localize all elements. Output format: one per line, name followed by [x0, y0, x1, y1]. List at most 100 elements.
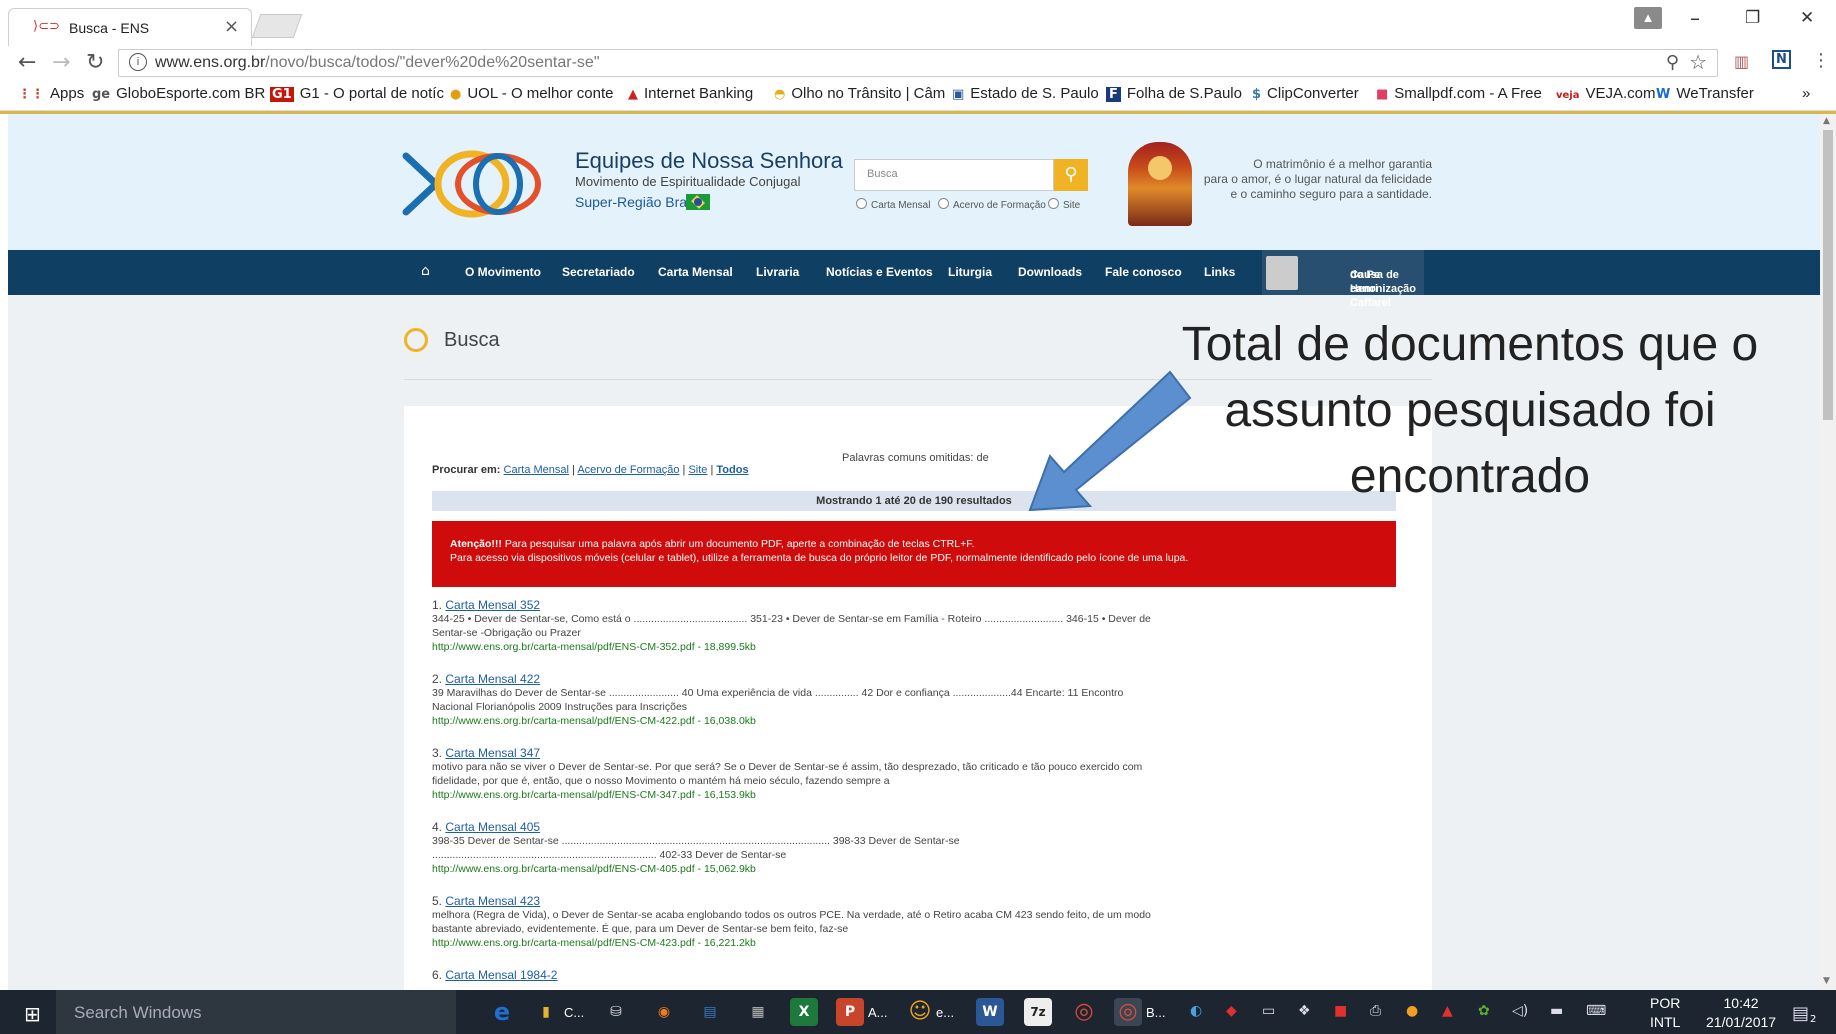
scope-site[interactable]: Site [688, 464, 707, 476]
tray-green-icon[interactable]: ✿ [1478, 1003, 1490, 1019]
search-icon[interactable]: ⚲ [1054, 159, 1088, 191]
ens-logo[interactable] [402, 144, 550, 224]
excel-icon[interactable]: X [790, 998, 818, 1026]
keyboard-icon[interactable]: ⌨ [1586, 1003, 1606, 1019]
chrome-icon[interactable]: ◎ [1070, 998, 1098, 1026]
window-close-icon[interactable]: ✕ [1800, 8, 1814, 28]
site-region[interactable]: Super-Região Brasil [575, 194, 700, 210]
nav-downloads[interactable]: Downloads [1018, 265, 1082, 279]
header-quote: O matrimônio é a melhor garantia para o … [1203, 157, 1432, 201]
taskbar-search[interactable]: Search Windows [56, 990, 456, 1034]
battery-icon[interactable]: ▬ [1550, 1003, 1563, 1019]
nav-fale-conosco[interactable]: Fale conosco [1105, 265, 1182, 279]
back-arrow-icon[interactable]: ← [18, 50, 36, 75]
nav-links[interactable]: Links [1204, 265, 1235, 279]
app-icon[interactable]: ▤ [696, 998, 724, 1026]
restore-icon[interactable]: ❐ [1745, 8, 1760, 28]
notifications-icon[interactable]: ▤ [1792, 1003, 1809, 1024]
scroll-down-icon[interactable]: ▼ [1823, 976, 1830, 986]
antivirus-icon[interactable]: ◆ [1226, 1003, 1237, 1019]
new-tab-button[interactable] [251, 14, 303, 38]
result-url[interactable]: http://www.ens.org.br/carta-mensal/pdf/E… [432, 862, 1152, 876]
dropbox-icon[interactable]: ❖ [1298, 1003, 1311, 1019]
bookmark-folha[interactable]: F Folha de S.Paulo [1106, 85, 1242, 102]
bookmark-g1[interactable]: G1 G1 - O portal de notíc [270, 85, 444, 102]
tray-red-icon[interactable]: ■ [1334, 1003, 1347, 1019]
bookmark-olho-no-transito[interactable]: ◓ Olho no Trânsito | Câm [774, 85, 945, 102]
bookmark-uol[interactable]: ● UOL - O melhor conte [450, 85, 614, 102]
nav-carta-mensal[interactable]: Carta Mensal [658, 265, 733, 279]
onenote-extension-icon[interactable]: N [1772, 50, 1791, 69]
bookmark-veja[interactable]: veja VEJA.com [1556, 85, 1656, 102]
profile-icon[interactable]: ▲ [1634, 7, 1662, 29]
bookmarks-overflow-icon[interactable]: » [1802, 85, 1810, 102]
bookmark-globoesporte[interactable]: ge GloboEsporte.com BR [92, 85, 265, 102]
radio-carta-mensal[interactable]: Carta Mensal [856, 198, 930, 211]
zoom-icon[interactable]: ⚲ [1666, 52, 1679, 73]
result-url[interactable]: http://www.ens.org.br/carta-mensal/pdf/E… [432, 936, 1152, 950]
scope-acervo[interactable]: Acervo de Formação [577, 464, 679, 476]
tab-close-icon[interactable]: × [224, 16, 239, 37]
reload-icon[interactable]: ↻ [86, 50, 104, 75]
firefox-icon[interactable]: ◉ [650, 998, 678, 1026]
url-text[interactable]: www.ens.org.br/novo/busca/todos/"dever%2… [155, 54, 600, 72]
powerpoint-icon[interactable]: P [836, 998, 864, 1026]
result-url[interactable]: http://www.ens.org.br/carta-mensal/pdf/E… [432, 640, 1152, 654]
minimize-icon[interactable]: – [1690, 6, 1700, 30]
bookmark-wetransfer[interactable]: W WeTransfer [1656, 85, 1754, 102]
scrollbar-thumb[interactable] [1823, 130, 1833, 420]
bookmark-smallpdf[interactable]: ■ Smallpdf.com - A Free [1376, 85, 1542, 102]
tray-orange-icon[interactable]: ● [1406, 1003, 1418, 1019]
dic-icon[interactable]: ▦ [744, 998, 772, 1026]
site-search-input[interactable]: Busca [854, 159, 1054, 191]
chrome-active-icon[interactable]: ◎ [1114, 998, 1142, 1026]
clock[interactable]: 10:42 21/01/2017 [1706, 994, 1776, 1032]
bookmark-clipconverter[interactable]: $ ClipConverter [1252, 85, 1359, 102]
7zip-icon[interactable]: 7z [1024, 998, 1052, 1026]
result-url[interactable]: http://www.ens.org.br/carta-mensal/pdf/E… [432, 714, 1152, 728]
word-icon[interactable]: W [976, 998, 1004, 1026]
menu-kebab-icon[interactable]: ⋮ [1812, 50, 1830, 71]
bookmark-apps[interactable]: ⋮⋮ Apps [18, 85, 84, 102]
scope-todos[interactable]: Todos [716, 464, 748, 476]
result-snippet: 398-35 Dever de Sentar-se ..............… [432, 835, 960, 861]
bookmark-internet-banking[interactable]: ▲ Internet Banking [628, 85, 753, 102]
nav-secretariado[interactable]: Secretariado [562, 265, 635, 279]
printer-icon[interactable]: ⎙ [1370, 1003, 1381, 1019]
browser-tab[interactable]: ⟩⊂⊃ Busca - ENS × [8, 8, 252, 46]
page-scrollbar[interactable]: ▲ ▼ [1820, 114, 1836, 990]
home-icon[interactable]: ⌂ [421, 263, 430, 279]
edge-icon[interactable]: e [488, 998, 516, 1026]
result-title-link[interactable]: Carta Mensal 352 [445, 598, 540, 612]
acrobat-icon[interactable]: ▲ [1442, 1003, 1453, 1019]
nav-livraria[interactable]: Livraria [756, 265, 799, 279]
tray-app-icon[interactable]: ◐ [1190, 1003, 1202, 1019]
scroll-up-icon[interactable]: ▲ [1823, 116, 1830, 126]
messenger-icon[interactable]: ☺ [906, 998, 934, 1026]
forward-arrow-icon[interactable]: → [52, 50, 70, 75]
language-indicator[interactable]: POR INTL [1650, 994, 1680, 1032]
site-info-icon[interactable]: i [129, 53, 147, 71]
omnibox[interactable]: i www.ens.org.br/novo/busca/todos/"dever… [118, 49, 1718, 77]
nav-noticias-eventos[interactable]: Notícias e Eventos [826, 265, 933, 279]
radio-site[interactable]: Site [1048, 198, 1080, 211]
nav-o-movimento[interactable]: O Movimento [465, 265, 541, 279]
scope-carta-mensal[interactable]: Carta Mensal [504, 464, 569, 476]
result-title-link[interactable]: Carta Mensal 423 [445, 894, 540, 908]
nav-causa-canonizacao[interactable]: Causa de canonização do Pe Henri Caffarel [1262, 250, 1424, 309]
windows-start-icon[interactable]: ⊞ [24, 1002, 41, 1026]
result-title-link[interactable]: Carta Mensal 422 [445, 672, 540, 686]
tray-chat-icon[interactable]: ▭ [1262, 1003, 1275, 1019]
result-title-link[interactable]: Carta Mensal 405 [445, 820, 540, 834]
bookmark-star-icon[interactable]: ☆ [1689, 50, 1707, 74]
file-explorer-icon[interactable]: ▮ [532, 998, 560, 1026]
volume-icon[interactable]: ◁) [1512, 1003, 1528, 1019]
store-icon[interactable]: ⛁ [602, 998, 630, 1026]
extension-icon[interactable]: ▥ [1734, 52, 1749, 71]
result-title-link[interactable]: Carta Mensal 347 [445, 746, 540, 760]
nav-liturgia[interactable]: Liturgia [948, 265, 992, 279]
result-url[interactable]: http://www.ens.org.br/carta-mensal/pdf/E… [432, 788, 1152, 802]
radio-acervo[interactable]: Acervo de Formação [938, 198, 1046, 211]
result-title-link[interactable]: Carta Mensal 1984-2 [445, 968, 557, 982]
bookmark-estado-sp[interactable]: ▣ Estado de S. Paulo [952, 85, 1099, 102]
